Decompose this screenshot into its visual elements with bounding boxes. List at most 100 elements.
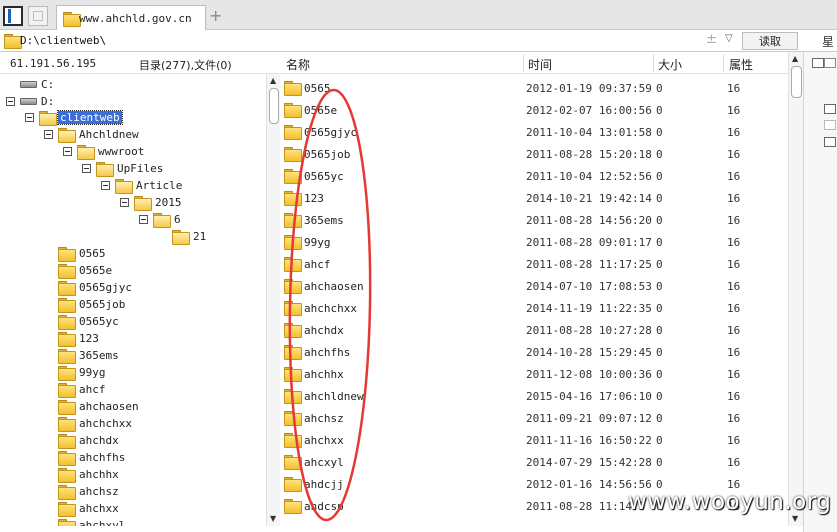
- row-name: ahchldnew: [304, 390, 364, 403]
- folder-icon: [284, 169, 302, 184]
- table-row[interactable]: ahchchxx 2014-11-19 11:22:35 0 16: [280, 297, 788, 319]
- folder-icon: [284, 411, 302, 426]
- folder-icon: [284, 257, 302, 272]
- tree-label: 0565job: [79, 298, 126, 311]
- scroll-up-icon[interactable]: ▲: [270, 76, 276, 85]
- row-name: ahcxyl: [304, 456, 344, 469]
- table-row[interactable]: 0565job 2011-08-28 15:20:18 0 16: [280, 143, 788, 165]
- tree-label: ahchhx: [79, 468, 119, 481]
- collapse-icon[interactable]: [44, 130, 53, 139]
- row-name: 0565e: [304, 104, 338, 117]
- column-time[interactable]: 时间: [528, 56, 552, 73]
- folder-icon: [284, 103, 302, 118]
- export-icon[interactable]: [824, 104, 836, 114]
- row-time: 2014-07-10 17:08:53: [526, 280, 652, 293]
- scroll-thumb[interactable]: [269, 88, 279, 124]
- table-row[interactable]: 0565yc 2011-10-04 12:52:56 0 16: [280, 165, 788, 187]
- panel-icon[interactable]: [812, 58, 824, 68]
- window-icon: [33, 11, 43, 21]
- table-row[interactable]: ahchdx 2011-08-28 10:27:28 0 16: [280, 319, 788, 341]
- row-time: 2014-07-29 15:42:28: [526, 456, 652, 469]
- new-tab-button[interactable]: +: [209, 6, 222, 25]
- collapse-icon[interactable]: [101, 181, 110, 190]
- column-divider[interactable]: [653, 54, 654, 72]
- folder-icon: [58, 485, 76, 500]
- column-divider[interactable]: [723, 54, 724, 72]
- row-attr: 16: [727, 456, 741, 469]
- read-button[interactable]: 读取: [742, 32, 798, 50]
- table-row[interactable]: 123 2014-10-21 19:42:14 0 16: [280, 187, 788, 209]
- table-row[interactable]: 0565gjyc 2011-10-04 13:01:58 0 16: [280, 121, 788, 143]
- row-time: 2011-10-04 13:01:58: [526, 126, 652, 139]
- folder-open-icon: [58, 128, 76, 143]
- side-panel-tab[interactable]: 星: [822, 33, 834, 50]
- row-attr: 16: [727, 104, 741, 117]
- scroll-down-icon[interactable]: ▼: [792, 514, 798, 523]
- collapse-icon[interactable]: [82, 164, 91, 173]
- directory-count: 目录(277),文件(0): [139, 59, 232, 72]
- folder-icon: [58, 332, 76, 347]
- table-row[interactable]: ahchxx 2011-11-16 16:50:22 0 16: [280, 429, 788, 451]
- chevron-down-icon[interactable]: ▽: [725, 33, 733, 44]
- new-window-button[interactable]: [28, 6, 48, 26]
- folder-icon: [284, 279, 302, 294]
- list-scrollbar[interactable]: ▲ ▼: [788, 52, 803, 526]
- tree-label: Article: [136, 179, 183, 192]
- column-size[interactable]: 大小: [658, 56, 682, 73]
- watermark: www.wooyun.org: [628, 489, 832, 515]
- table-row[interactable]: ahcf 2011-08-28 11:17:25 0 16: [280, 253, 788, 275]
- column-name[interactable]: 名称: [286, 56, 310, 73]
- hand-icon[interactable]: [824, 120, 836, 130]
- folder-icon: [284, 191, 302, 206]
- panel-icon[interactable]: [824, 137, 836, 147]
- table-row[interactable]: 99yg 2011-08-28 09:01:17 0 16: [280, 231, 788, 253]
- directory-tree: C: D: clientweb Ahchldnew wwwroot UpFile…: [0, 74, 266, 526]
- panel-icon: [8, 9, 11, 23]
- file-list: 0565 2012-01-19 09:37:59 0 16 0565e 2012-02-0…: [280, 74, 788, 526]
- row-attr: 16: [727, 192, 741, 205]
- row-time: 2014-10-28 15:29:45: [526, 346, 652, 359]
- path-input[interactable]: [20, 32, 710, 49]
- table-row[interactable]: ahchfhs 2014-10-28 15:29:45 0 16: [280, 341, 788, 363]
- row-name: ahchxx: [304, 434, 344, 447]
- table-row[interactable]: ahchhx 2011-12-08 10:00:36 0 16: [280, 363, 788, 385]
- scroll-thumb[interactable]: [791, 66, 802, 98]
- table-row[interactable]: ahcxyl 2014-07-29 15:42:28 0 16: [280, 451, 788, 473]
- scroll-down-icon[interactable]: ▼: [270, 514, 276, 523]
- collapse-icon[interactable]: [25, 113, 34, 122]
- collapse-icon[interactable]: [6, 97, 15, 106]
- row-time: 2011-08-28 09:01:17: [526, 236, 652, 249]
- table-row[interactable]: ahchaosen 2014-07-10 17:08:53 0 16: [280, 275, 788, 297]
- tab-site[interactable]: www.ahchld.gov.cn: [56, 5, 206, 31]
- tree-label: 123: [79, 332, 99, 345]
- row-attr: 16: [727, 236, 741, 249]
- tree-label: 365ems: [79, 349, 119, 362]
- sidebar-toggle-button[interactable]: [3, 6, 23, 26]
- column-divider[interactable]: [523, 54, 524, 72]
- plus-icon[interactable]: ±: [706, 32, 717, 47]
- folder-icon: [284, 323, 302, 338]
- row-size: 0: [656, 214, 663, 227]
- folder-icon: [58, 366, 76, 381]
- folder-icon: [284, 389, 302, 404]
- collapse-icon[interactable]: [120, 198, 129, 207]
- folder-open-icon: [153, 213, 171, 228]
- tree-label: ahcf: [79, 383, 106, 396]
- row-size: 0: [656, 302, 663, 315]
- row-name: 0565gjyc: [304, 126, 357, 139]
- table-row[interactable]: ahchsz 2011-09-21 09:07:12 0 16: [280, 407, 788, 429]
- folder-icon: [58, 383, 76, 398]
- folder-icon: [284, 499, 302, 514]
- table-row[interactable]: 0565e 2012-02-07 16:00:56 0 16: [280, 99, 788, 121]
- drive-icon: [20, 81, 37, 88]
- tree-scrollbar[interactable]: ▲ ▼: [266, 74, 280, 526]
- column-attr[interactable]: 属性: [729, 56, 753, 73]
- collapse-icon[interactable]: [63, 147, 72, 156]
- row-name: ahchaosen: [304, 280, 364, 293]
- table-row[interactable]: 0565 2012-01-19 09:37:59 0 16: [280, 77, 788, 99]
- collapse-icon[interactable]: [139, 215, 148, 224]
- scroll-up-icon[interactable]: ▲: [792, 54, 798, 63]
- panel-icon[interactable]: [824, 58, 836, 68]
- table-row[interactable]: 365ems 2011-08-28 14:56:20 0 16: [280, 209, 788, 231]
- table-row[interactable]: ahchldnew 2015-04-16 17:06:10 0 16: [280, 385, 788, 407]
